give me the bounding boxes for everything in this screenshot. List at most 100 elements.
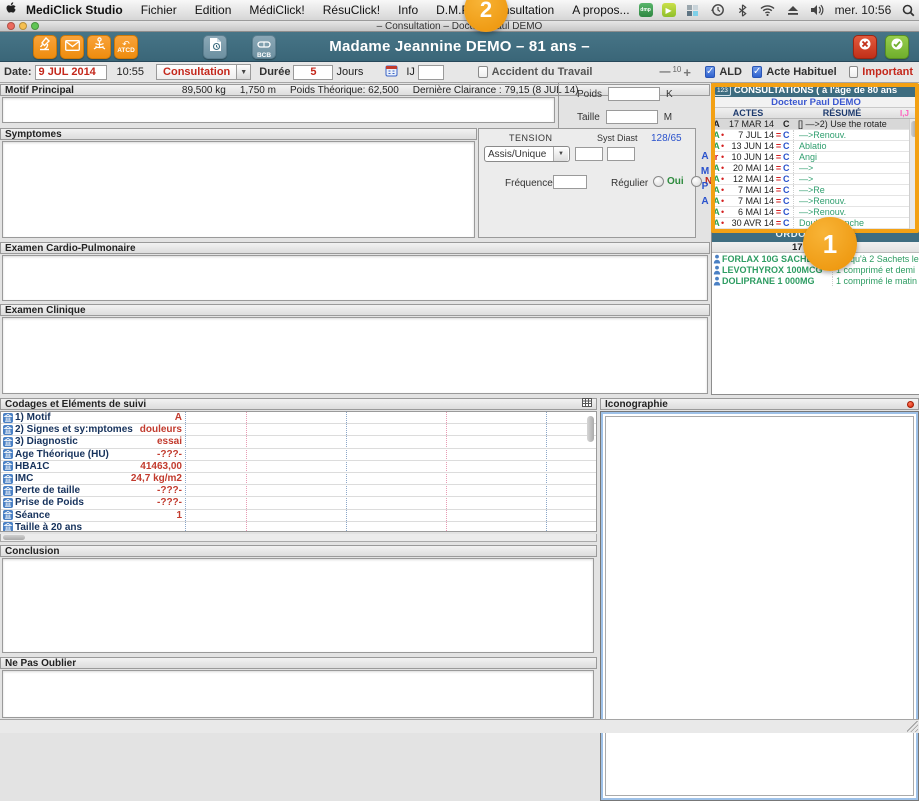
taille-input[interactable] xyxy=(606,110,658,124)
volume-icon[interactable] xyxy=(810,3,826,18)
date-input[interactable] xyxy=(35,65,107,80)
window-title: – Consultation – Docteur Paul DEMO xyxy=(0,21,919,32)
menu-item[interactable]: Info xyxy=(389,3,427,17)
symptomes-textarea[interactable] xyxy=(2,141,475,238)
anatomy-button[interactable] xyxy=(87,35,111,59)
codages-row[interactable]: Age Théorique (HU) -???- xyxy=(1,449,596,461)
side-letter-button[interactable]: P xyxy=(699,181,711,192)
codages-row-value[interactable]: douleurs xyxy=(1,424,182,435)
consultation-row[interactable]: A • 6 MAI 14 = C —>Renouv. xyxy=(712,207,919,218)
dmp-app-icon[interactable]: dmp xyxy=(639,3,653,17)
codages-row[interactable]: 1) Motif A xyxy=(1,412,596,424)
prescription-row[interactable]: DOLIPRANE 1 000MG 1 comprimé le matin xyxy=(712,275,919,286)
codages-row-value[interactable]: -???- xyxy=(1,449,182,460)
spotlight-icon[interactable] xyxy=(900,3,916,18)
scrollbar-thumb[interactable] xyxy=(911,121,917,137)
consultation-row[interactable]: A • 13 JUN 14 = C Ablatio xyxy=(712,141,919,152)
codages-row-value[interactable]: -???- xyxy=(1,497,182,508)
codages-row[interactable]: Taille à 20 ans xyxy=(1,522,596,532)
menu-item[interactable]: MediClick Studio xyxy=(17,3,132,17)
iconographie-canvas[interactable] xyxy=(605,416,914,796)
codages-row-value[interactable]: -???- xyxy=(1,485,182,496)
bottom-scrollbar-strip[interactable] xyxy=(0,719,919,733)
important-checkbox[interactable] xyxy=(849,66,859,78)
regulier-oui-radio[interactable] xyxy=(653,176,664,187)
text-zoom-control[interactable]: — 10 + xyxy=(659,65,691,80)
consultation-row[interactable]: A • 20 MAI 14 = C —> xyxy=(712,163,919,174)
consultation-row[interactable]: A • 12 MAI 14 = C —> xyxy=(712,174,919,185)
acte-habituel-checkbox[interactable] xyxy=(752,66,762,78)
time-value: 10:55 xyxy=(117,66,145,78)
play-app-icon[interactable]: ▶ xyxy=(662,3,676,17)
eject-icon[interactable] xyxy=(785,3,801,18)
screenshot-app-icon[interactable] xyxy=(685,3,701,18)
menu-item[interactable]: Edition xyxy=(186,3,241,17)
menu-item[interactable]: A propos... xyxy=(563,3,638,17)
accident-travail-checkbox[interactable] xyxy=(478,66,488,78)
codages-row-value[interactable]: 1 xyxy=(1,510,182,521)
iconographie-panel[interactable] xyxy=(600,411,919,801)
side-letter-button[interactable]: M xyxy=(699,166,711,177)
validate-button[interactable] xyxy=(885,35,909,59)
conclusion-textarea[interactable] xyxy=(2,558,594,653)
consultation-row[interactable]: A • 7 MAI 14 = C —>Re xyxy=(712,185,919,196)
codages-row-value[interactable]: A xyxy=(1,412,182,423)
syst-input[interactable] xyxy=(575,147,603,161)
menu-clock[interactable]: mer. 10:56 xyxy=(835,3,892,17)
time-machine-icon[interactable] xyxy=(710,3,726,18)
diast-input[interactable] xyxy=(607,147,635,161)
wifi-icon[interactable] xyxy=(760,3,776,18)
bluetooth-icon[interactable] xyxy=(735,3,751,18)
frequence-input[interactable] xyxy=(553,175,587,189)
duree-input[interactable] xyxy=(293,65,333,80)
menu-item[interactable]: RésuClick! xyxy=(314,3,389,17)
codages-row[interactable]: HBA1C 41463,00 xyxy=(1,461,596,473)
annotation-badge-1: 1 xyxy=(803,217,857,271)
codages-row-value[interactable]: essai xyxy=(1,436,182,447)
examen-cardio-textarea[interactable] xyxy=(2,255,708,301)
zoom-out-icon[interactable]: — xyxy=(659,66,670,78)
history-button[interactable] xyxy=(203,35,227,59)
apple-menu-icon[interactable] xyxy=(6,2,17,18)
cancel-button[interactable] xyxy=(853,35,877,59)
codages-row-value[interactable]: 24,7 kg/m2 xyxy=(1,473,182,484)
consultation-row[interactable]: A • 7 MAI 14 = C —>Renouv. xyxy=(712,196,919,207)
resize-grip[interactable] xyxy=(907,721,918,732)
consultation-type-dropdown[interactable]: Consultation ▼ xyxy=(156,64,251,80)
bcb-button[interactable]: BCB xyxy=(252,35,276,59)
table-grid-icon[interactable] xyxy=(582,398,592,410)
consultation-row[interactable]: r • 10 JUN 14 = C Angi xyxy=(712,152,919,163)
consultations-scrollbar[interactable] xyxy=(909,119,918,229)
codages-row[interactable]: Prise de Poids -???- xyxy=(1,497,596,509)
codages-horizontal-scrollbar[interactable] xyxy=(0,534,597,542)
ij-input[interactable] xyxy=(418,65,444,80)
ne-pas-oublier-textarea[interactable] xyxy=(2,670,594,718)
codages-title: Codages et Eléments de suivi xyxy=(5,399,146,410)
scrollbar-thumb[interactable] xyxy=(3,535,25,540)
side-letter-button[interactable]: A xyxy=(699,151,711,162)
side-letter-button[interactable]: A xyxy=(699,196,711,207)
examen-clinique-textarea[interactable] xyxy=(2,317,708,394)
calendar-icon[interactable] xyxy=(385,64,398,80)
menu-item[interactable]: MédiClick! xyxy=(240,3,313,17)
codages-row-value[interactable]: 41463,00 xyxy=(1,461,182,472)
count-button[interactable]: 123 xyxy=(714,86,731,96)
zoom-in-icon[interactable]: + xyxy=(683,65,691,80)
poids-input[interactable] xyxy=(608,87,660,101)
exam-button[interactable] xyxy=(33,35,57,59)
consultation-row[interactable]: A • 7 JUL 14 = C —>Renouv. xyxy=(712,130,919,141)
codages-row[interactable]: 2) Signes et sy:mptomes douleurs xyxy=(1,424,596,436)
position-dropdown[interactable]: Assis/Unique ▼ xyxy=(484,146,570,162)
menu-item[interactable]: Fichier xyxy=(132,3,186,17)
codages-row[interactable]: Perte de taille -???- xyxy=(1,485,596,497)
codages-row[interactable]: Séance 1 xyxy=(1,510,596,522)
consultation-row[interactable]: A 17 MAR 14 C [] —>2) Use the rotate xyxy=(712,119,919,130)
codages-vertical-scrollbar[interactable] xyxy=(587,416,594,442)
codages-row[interactable]: IMC 24,7 kg/m2 xyxy=(1,473,596,485)
acte-flag: A xyxy=(712,119,721,129)
ald-checkbox[interactable] xyxy=(705,66,715,78)
atcd-button[interactable]: ↶ ATCD xyxy=(114,35,138,59)
mail-button[interactable] xyxy=(60,35,84,59)
motif-principal-textarea[interactable] xyxy=(2,97,555,123)
codages-row[interactable]: 3) Diagnostic essai xyxy=(1,436,596,448)
